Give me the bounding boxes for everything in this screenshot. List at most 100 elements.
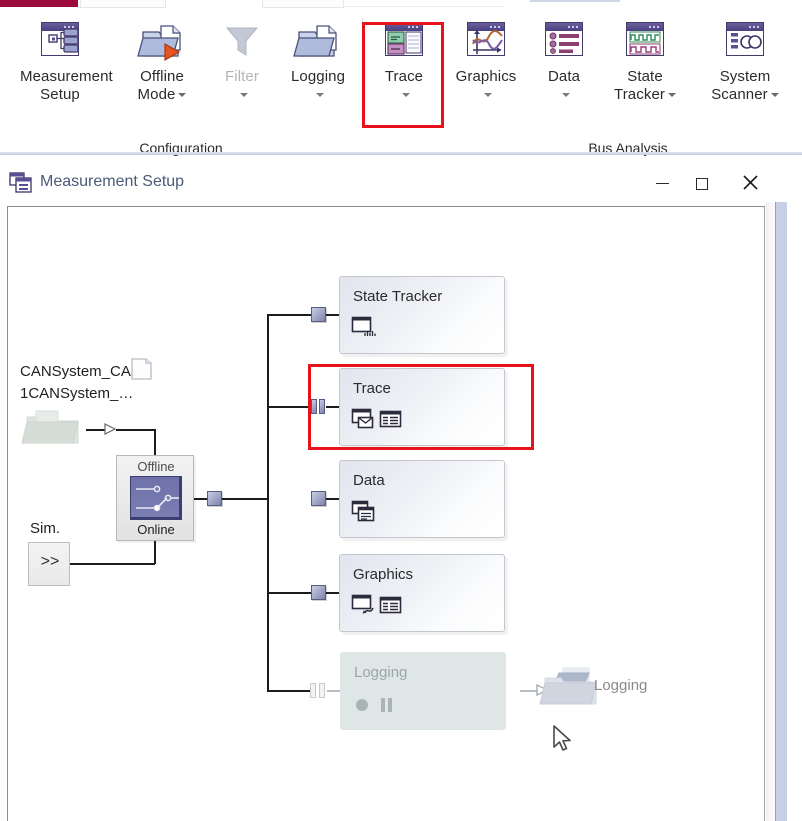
ribbon-button-graphics[interactable]: Graphics bbox=[446, 18, 526, 100]
graphics-icon bbox=[463, 18, 509, 64]
wire-arrow-to-switch bbox=[116, 429, 155, 431]
chevron-down-icon[interactable] bbox=[483, 93, 492, 98]
measurement-setup-canvas[interactable]: CANSystem_CAN 1CANSystem_… Offline Onlin… bbox=[8, 207, 764, 821]
ribbon-button-label: Logging bbox=[290, 68, 346, 85]
switch-offline-label: Offline bbox=[137, 459, 175, 474]
ribbon-button-label-2-text: Mode bbox=[137, 86, 176, 103]
node-icons bbox=[351, 500, 376, 523]
chevron-down-icon[interactable] bbox=[770, 93, 779, 98]
wire-trunk-vertical bbox=[267, 314, 269, 690]
ribbon-button-label: Filter bbox=[225, 68, 259, 85]
ribbon-tab-secondary-1[interactable] bbox=[80, 0, 166, 8]
switch-graphic-icon bbox=[130, 476, 182, 520]
ribbon-button-caret-row bbox=[446, 86, 526, 100]
wire-branch-graphics bbox=[267, 592, 312, 594]
source-name-line2: 1CANSystem_… bbox=[20, 385, 134, 402]
port-trace[interactable] bbox=[311, 399, 326, 414]
ribbon-button-label: System bbox=[719, 68, 771, 85]
wire-sim-up-to-switch bbox=[154, 541, 156, 564]
ribbon-tab-secondary-2[interactable] bbox=[262, 0, 344, 8]
wire-switch-to-bus bbox=[194, 498, 208, 500]
ribbon-tab-active[interactable] bbox=[0, 0, 78, 7]
node-trace[interactable]: Trace bbox=[339, 368, 505, 446]
wire-bus-to-trunk bbox=[222, 498, 268, 500]
ribbon-button-caret-row bbox=[524, 86, 604, 100]
port-data[interactable] bbox=[311, 491, 326, 506]
chevron-down-icon[interactable] bbox=[178, 93, 187, 98]
node-icons bbox=[353, 693, 397, 715]
ribbon-tab-strip bbox=[0, 0, 802, 10]
ribbon-button-measurement-setup[interactable]: Measurement Setup bbox=[20, 18, 113, 104]
node-state-tracker[interactable]: State Tracker bbox=[339, 276, 505, 354]
sim-button[interactable]: >> bbox=[28, 542, 70, 586]
window-outer-edge bbox=[787, 202, 802, 821]
ribbon-button-system-scanner[interactable]: System Scanner bbox=[705, 18, 785, 104]
wire-folder-to-switch bbox=[86, 429, 105, 431]
ribbon-button-label: Offline bbox=[140, 68, 184, 85]
input-folder-icon[interactable] bbox=[21, 407, 82, 447]
ribbon-button-logging[interactable]: Logging bbox=[278, 18, 358, 100]
bus-root-port[interactable] bbox=[207, 491, 222, 506]
wire-port-to-graphics bbox=[326, 592, 340, 594]
ribbon-tab-secondary-3[interactable] bbox=[530, 0, 620, 2]
chevron-down-icon[interactable] bbox=[315, 93, 324, 98]
ribbon-button-caret-row bbox=[364, 86, 444, 100]
wire-port-to-data bbox=[326, 498, 340, 500]
window-close-button[interactable] bbox=[727, 166, 773, 200]
list-icon bbox=[379, 596, 402, 614]
trace-icon bbox=[381, 18, 427, 64]
chevron-down-icon[interactable] bbox=[401, 93, 410, 98]
node-graphics[interactable]: Graphics bbox=[339, 554, 505, 632]
source-name-line1: CANSystem_CAN bbox=[20, 363, 142, 380]
data-icon bbox=[541, 18, 587, 64]
ribbon: Measurement Setup Offline Mode Filter Lo… bbox=[0, 10, 802, 156]
ribbon-button-data[interactable]: Data bbox=[524, 18, 604, 100]
chevron-down-icon[interactable] bbox=[667, 93, 676, 98]
ribbon-button-label-2: Tracker bbox=[605, 86, 685, 104]
minimize-icon bbox=[655, 182, 669, 185]
record-icon bbox=[356, 699, 368, 711]
window-curve-icon bbox=[351, 594, 374, 614]
ribbon-button-filter[interactable]: Filter bbox=[202, 18, 282, 100]
wire-down-to-switch bbox=[154, 429, 156, 456]
pause-icon bbox=[381, 698, 392, 712]
node-data[interactable]: Data bbox=[339, 460, 505, 538]
wire-sim-to-switch bbox=[70, 563, 155, 565]
ribbon-button-label-2: Setup bbox=[40, 86, 80, 103]
wire-branch-trace bbox=[267, 406, 312, 408]
node-title: State Tracker bbox=[353, 288, 443, 305]
ribbon-button-label-2-text: Scanner bbox=[711, 86, 768, 103]
ribbon-button-caret-row bbox=[202, 86, 282, 100]
wire-port-to-state-tracker bbox=[326, 314, 340, 316]
chevron-down-icon[interactable] bbox=[239, 93, 248, 98]
node-icons bbox=[351, 408, 406, 431]
ribbon-button-state-tracker[interactable]: State Tracker bbox=[605, 18, 685, 104]
chevron-down-icon[interactable] bbox=[561, 93, 570, 98]
window-maximize-button[interactable] bbox=[679, 166, 725, 200]
port-logging-paused[interactable] bbox=[310, 683, 326, 698]
wire-branch-logging bbox=[267, 690, 312, 692]
node-title: Trace bbox=[353, 380, 391, 397]
wire-port-to-logging bbox=[327, 690, 341, 692]
logging-icon bbox=[293, 18, 341, 64]
node-logging[interactable]: Logging bbox=[340, 652, 506, 730]
offline-mode-icon bbox=[137, 18, 185, 64]
sim-label: Sim. bbox=[30, 520, 60, 537]
ribbon-button-label: Measurement bbox=[20, 68, 113, 85]
ribbon-button-label-2: Mode bbox=[122, 86, 202, 104]
offline-online-switch[interactable]: Offline Online bbox=[116, 455, 194, 541]
ribbon-button-offline-mode[interactable]: Offline Mode bbox=[122, 18, 202, 104]
port-state-tracker[interactable] bbox=[311, 307, 326, 322]
ribbon-button-trace[interactable]: Trace bbox=[364, 18, 444, 100]
window-curve-and-list-icons bbox=[351, 594, 402, 614]
window-right-border bbox=[775, 202, 787, 821]
ribbon-button-caret-row bbox=[278, 86, 358, 100]
window-measure-icon bbox=[351, 316, 376, 336]
port-graphics[interactable] bbox=[311, 585, 326, 600]
switch-online-label: Online bbox=[137, 522, 175, 537]
window-right-rail bbox=[766, 202, 775, 821]
wire-port-to-trace bbox=[326, 406, 340, 408]
window-titlebar[interactable]: Measurement Setup bbox=[0, 158, 784, 206]
measurement-setup-window-icon bbox=[9, 172, 32, 193]
node-title: Logging bbox=[354, 664, 408, 681]
